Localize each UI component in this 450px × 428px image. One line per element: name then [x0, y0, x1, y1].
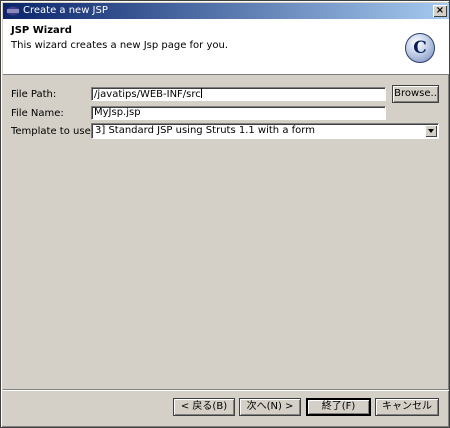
next-button[interactable]: 次へ(N) > — [239, 398, 301, 416]
file-path-label: File Path: — [11, 89, 57, 100]
eclipse-icon — [6, 6, 20, 16]
back-button[interactable]: < 戻る(B) — [173, 398, 235, 416]
template-label: Template to use: — [11, 126, 95, 137]
file-name-input[interactable]: MyJsp.jsp — [91, 106, 386, 120]
template-select[interactable]: 3] Standard JSP using Struts 1.1 with a … — [91, 123, 439, 139]
file-path-input[interactable]: /javatips/WEB-INF/src — [91, 87, 386, 101]
file-name-label: File Name: — [11, 108, 64, 119]
close-button[interactable]: × — [433, 5, 447, 17]
create-jsp-dialog: Create a new JSP × JSP Wizard This wizar… — [0, 0, 450, 428]
file-name-value: MyJsp.jsp — [94, 107, 141, 118]
chevron-down-icon[interactable] — [425, 125, 437, 137]
file-path-value: /javatips/WEB-INF/src — [94, 89, 201, 100]
title-bar[interactable]: Create a new JSP × — [3, 3, 449, 19]
wizard-logo-icon: C — [405, 33, 435, 63]
wizard-banner: JSP Wizard This wizard creates a new Jsp… — [3, 19, 449, 75]
wizard-description: This wizard creates a new Jsp page for y… — [11, 40, 229, 51]
footer-divider — [3, 389, 449, 391]
finish-button[interactable]: 終了(F) — [306, 398, 371, 416]
browse-button[interactable]: Browse.. — [392, 85, 439, 103]
template-selected-value: 3] Standard JSP using Struts 1.1 with a … — [95, 125, 315, 136]
wizard-title: JSP Wizard — [11, 25, 72, 36]
text-caret — [200, 88, 202, 98]
window-title: Create a new JSP — [23, 5, 108, 16]
cancel-button[interactable]: キャンセル — [375, 398, 439, 416]
